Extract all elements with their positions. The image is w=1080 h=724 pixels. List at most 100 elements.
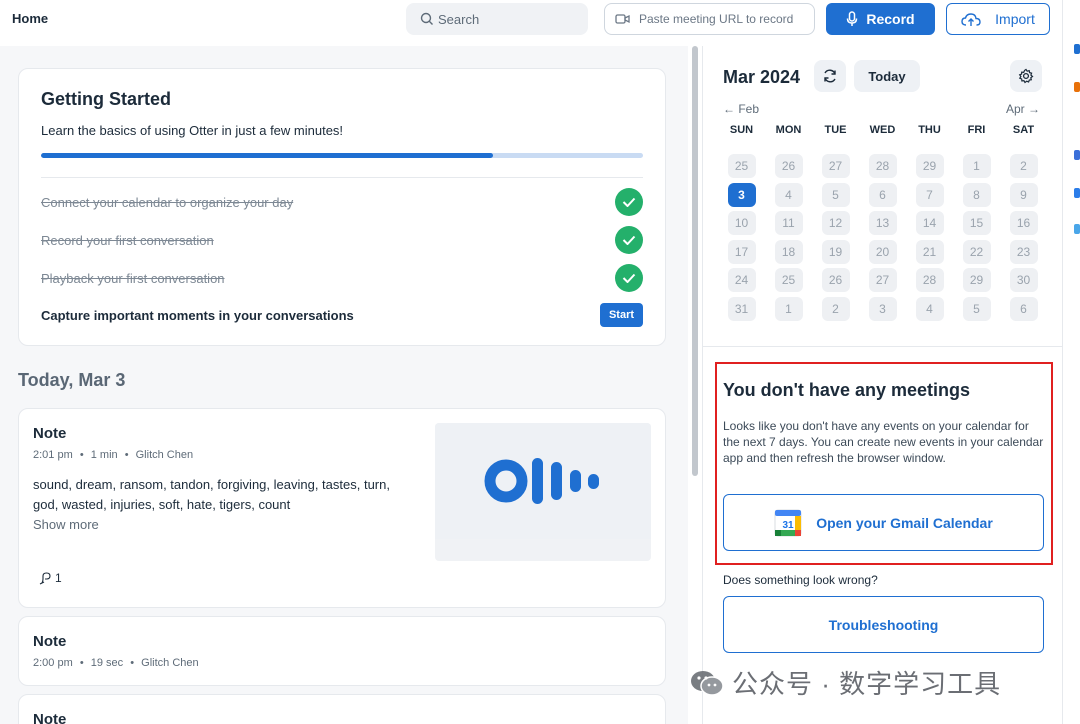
calendar-day[interactable]: 14	[915, 211, 944, 236]
task-connect-calendar: Connect your calendar to organize your d…	[41, 188, 643, 216]
calendar-day[interactable]: 13	[868, 211, 897, 236]
start-button[interactable]: Start	[600, 303, 643, 327]
calendar-day[interactable]: 7	[915, 182, 944, 207]
next-month-link[interactable]: Apr →	[1006, 102, 1040, 116]
calendar-day[interactable]: 28	[915, 268, 944, 293]
show-more-link[interactable]: Show more	[33, 517, 99, 532]
note-title[interactable]: Note	[33, 633, 66, 650]
extension-icon[interactable]	[1074, 150, 1080, 160]
calendar-day[interactable]: 18	[774, 239, 803, 264]
note-meta: 2:01 pm • 1 min • Glitch Chen	[33, 449, 193, 461]
note-comments[interactable]: 1	[39, 571, 62, 585]
calendar-day[interactable]: 4	[774, 182, 803, 207]
gcal-icon-number: 31	[783, 520, 795, 531]
note-card[interactable]: Note	[18, 694, 666, 724]
calendar-day[interactable]: 5	[821, 182, 850, 207]
calendar-day[interactable]: 2	[821, 296, 850, 321]
calendar-day-today[interactable]: 3	[727, 182, 756, 207]
calendar-day-cell: 3	[859, 295, 906, 324]
calendar-day[interactable]: 26	[774, 154, 803, 179]
weekday-label: SUN	[729, 124, 754, 136]
calendar-day[interactable]: 23	[1009, 239, 1038, 264]
calendar-day[interactable]: 9	[1009, 182, 1038, 207]
note-owner: Glitch Chen	[141, 657, 199, 669]
comment-icon	[39, 572, 51, 585]
progress-fill	[41, 153, 493, 158]
task-label: Capture important moments in your conver…	[41, 307, 354, 323]
calendar-day-cell: 15	[953, 209, 1000, 238]
record-button[interactable]: Record	[826, 3, 935, 35]
note-duration: 1 min	[90, 449, 118, 461]
calendar-day-cell: 13	[859, 209, 906, 238]
calendar-day[interactable]: 12	[821, 211, 850, 236]
extension-icon[interactable]	[1074, 82, 1080, 92]
note-thumbnail[interactable]	[435, 423, 651, 561]
extension-icon[interactable]	[1074, 188, 1080, 198]
calendar-day[interactable]: 25	[774, 268, 803, 293]
calendar-day[interactable]: 2	[1009, 154, 1038, 179]
today-button[interactable]: Today	[854, 60, 920, 92]
calendar-day[interactable]: 3	[868, 296, 897, 321]
calendar-day-cell: 31	[718, 295, 765, 324]
page-title: Home	[12, 11, 49, 26]
calendar-day[interactable]: 16	[1009, 211, 1038, 236]
gear-icon	[1018, 68, 1034, 84]
calendar-day[interactable]: 8	[962, 182, 991, 207]
calendar-day[interactable]: 11	[774, 211, 803, 236]
calendar-panel: Mar 2024 Today ← Feb Apr → SUN MON TUE W…	[702, 46, 1063, 724]
extension-icon[interactable]	[1074, 44, 1080, 54]
calendar-day[interactable]: 27	[868, 268, 897, 293]
calendar-day[interactable]: 19	[821, 239, 850, 264]
calendar-day[interactable]: 6	[868, 182, 897, 207]
watermark-text: 公众号 · 数字学习工具	[732, 669, 1002, 699]
calendar-day-cell: 2	[1000, 152, 1047, 181]
calendar-day[interactable]: 20	[868, 239, 897, 264]
search-input[interactable]: Search	[406, 3, 588, 35]
calendar-day[interactable]: 15	[962, 211, 991, 236]
calendar-day[interactable]: 6	[1009, 296, 1038, 321]
calendar-day[interactable]: 24	[727, 268, 756, 293]
video-camera-icon	[615, 14, 630, 24]
open-gmail-calendar-button[interactable]: 31 Open your Gmail Calendar	[723, 494, 1044, 551]
note-title[interactable]: Note	[33, 711, 66, 724]
calendar-day-cell: 3	[718, 181, 765, 210]
otter-logo-icon	[484, 458, 599, 504]
prev-month-link[interactable]: ← Feb	[723, 102, 759, 116]
task-label: Connect your calendar to organize your d…	[41, 194, 294, 210]
calendar-day[interactable]: 10	[727, 211, 756, 236]
calendar-day[interactable]: 29	[915, 154, 944, 179]
getting-started-title: Getting Started	[41, 89, 172, 109]
troubleshooting-button[interactable]: Troubleshooting	[723, 596, 1044, 653]
calendar-day[interactable]: 31	[727, 296, 756, 321]
calendar-day[interactable]: 4	[915, 296, 944, 321]
calendar-day-cell: 17	[718, 238, 765, 267]
calendar-day[interactable]: 27	[821, 154, 850, 179]
calendar-settings-button[interactable]	[1010, 60, 1042, 92]
calendar-day-cell: 16	[1000, 209, 1047, 238]
calendar-day[interactable]: 30	[1009, 268, 1038, 293]
top-bar: Home Search Paste meeting URL to record …	[0, 0, 1062, 46]
calendar-day[interactable]: 17	[727, 239, 756, 264]
note-card[interactable]: Note 2:01 pm • 1 min • Glitch Chen sound…	[18, 408, 666, 608]
comment-count: 1	[55, 571, 62, 585]
calendar-day[interactable]: 29	[962, 268, 991, 293]
calendar-day[interactable]: 1	[962, 154, 991, 179]
note-time: 2:00 pm	[33, 657, 73, 669]
calendar-day-cell: 28	[906, 266, 953, 295]
note-card[interactable]: Note 2:00 pm • 19 sec • Glitch Chen	[18, 616, 666, 686]
weekday-header: SUN MON TUE WED THU FRI SAT	[718, 124, 1048, 136]
import-button[interactable]: Import	[946, 3, 1050, 35]
calendar-day[interactable]: 21	[915, 239, 944, 264]
calendar-day[interactable]: 28	[868, 154, 897, 179]
note-duration: 19 sec	[90, 657, 124, 669]
calendar-day[interactable]: 1	[774, 296, 803, 321]
extension-icon[interactable]	[1074, 224, 1080, 234]
calendar-day[interactable]: 26	[821, 268, 850, 293]
note-title[interactable]: Note	[33, 425, 66, 442]
calendar-day[interactable]: 25	[727, 154, 756, 179]
refresh-button[interactable]	[814, 60, 846, 92]
meeting-url-input[interactable]: Paste meeting URL to record	[604, 3, 815, 35]
calendar-day[interactable]: 5	[962, 296, 991, 321]
feed-scrollbar-thumb[interactable]	[692, 46, 698, 476]
calendar-day[interactable]: 22	[962, 239, 991, 264]
